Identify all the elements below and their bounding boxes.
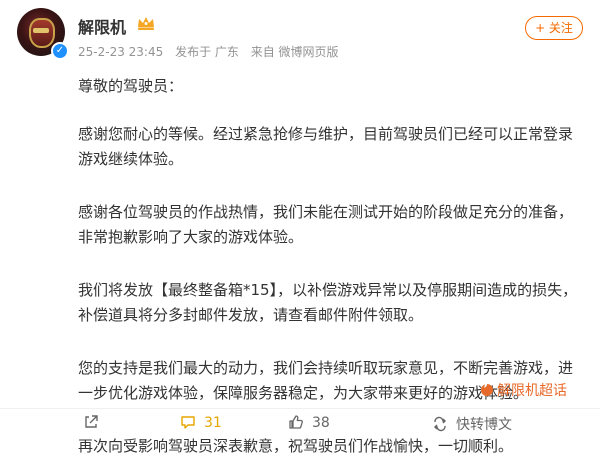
comment-count: 31 — [204, 415, 222, 431]
comment-button[interactable]: 31 — [180, 414, 222, 431]
paragraph-3: 我们将发放【最终整备箱*15】，以补偿游戏异常以及停服期间造成的损失，补偿道具将… — [78, 281, 578, 324]
post-location: 发布于 广东 — [175, 45, 239, 59]
avatar-mech-face — [29, 18, 55, 48]
author-name[interactable]: 解限机 — [78, 14, 126, 38]
share-icon — [85, 415, 98, 428]
paragraph-2: 感谢各位驾驶员的作战热情，我们未能在测试开始的阶段做足充分的准备，非常抱歉影响了… — [78, 203, 574, 246]
verified-badge-icon: ✓ — [51, 42, 69, 60]
post-date[interactable]: 25-2-23 23:45 — [78, 45, 163, 59]
greeting-text: 尊敬的驾驶员： — [78, 77, 184, 95]
like-count: 38 — [312, 415, 330, 431]
topic-link[interactable]: 解限机超话 — [480, 380, 567, 400]
vip-crown-icon[interactable] — [136, 15, 156, 31]
follow-button[interactable]: + 关注 — [525, 16, 583, 40]
post-content: 尊敬的驾驶员： 感谢您耐心的等候。经过紧急抢修与维护，目前驾驶员们已经可以正常登… — [78, 74, 586, 459]
post-source: 来自 微博网页版 — [250, 45, 339, 59]
share-button[interactable] — [83, 414, 107, 431]
quick-share-icon — [434, 416, 446, 432]
like-button[interactable]: 38 — [288, 414, 330, 431]
paragraph-1: 感谢您耐心的等候。经过紧急抢修与维护，目前驾驶员们已经可以正常登录游戏继续体验。 — [78, 125, 574, 168]
topic-icon — [481, 384, 493, 396]
quick-share-button[interactable]: 快转博文 — [432, 414, 512, 434]
paragraph-5: 再次向受影响驾驶员深表歉意，祝驾驶员们作战愉快，一切顺利。 — [78, 437, 514, 455]
quick-share-label: 快转博文 — [456, 417, 512, 433]
comment-icon — [181, 416, 195, 429]
topic-link-label: 解限机超话 — [497, 383, 567, 399]
like-icon — [289, 415, 303, 429]
avatar-visor — [33, 28, 49, 33]
action-bar: 31 38 快转博文 — [0, 408, 600, 434]
post-meta: 25-2-23 23:45 发布于 广东 来自 微博网页版 — [78, 43, 347, 60]
